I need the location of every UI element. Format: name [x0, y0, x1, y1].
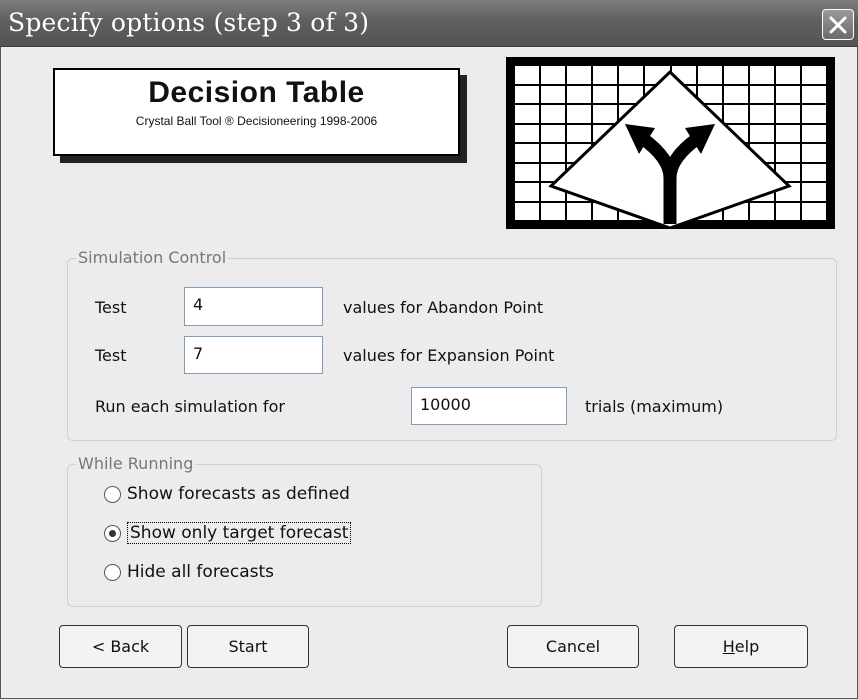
start-button[interactable]: Start — [187, 625, 309, 668]
while-running-legend: While Running — [76, 454, 196, 473]
radio-label: Hide all forecasts — [127, 562, 275, 582]
radio-hide-all-forecasts[interactable]: Hide all forecasts — [104, 562, 274, 582]
radio-button[interactable] — [104, 563, 121, 581]
window-title: Specify options (step 3 of 3) — [8, 8, 370, 37]
help-mnemonic: H — [722, 637, 735, 656]
run-simulation-label: Run each simulation for — [95, 397, 285, 416]
close-icon — [829, 16, 847, 33]
radio-show-forecasts-defined[interactable]: Show forecasts as defined — [104, 484, 350, 504]
back-button[interactable]: < Back — [59, 625, 182, 668]
logo-title: Decision Table — [148, 76, 365, 109]
cancel-button[interactable]: Cancel — [507, 625, 639, 668]
decision-thumbnail — [506, 57, 835, 229]
trials-input[interactable]: 10000 — [411, 387, 567, 425]
abandon-test-label: Test — [95, 298, 127, 317]
radio-show-only-target[interactable]: Show only target forecast — [104, 522, 352, 544]
close-button[interactable] — [822, 9, 854, 40]
radio-button-selected[interactable] — [104, 524, 121, 542]
expansion-values-input[interactable]: 7 — [184, 336, 323, 374]
fork-arrow-icon — [548, 69, 792, 228]
title-bar: Specify options (step 3 of 3) — [0, 0, 858, 47]
radio-label: Show only target forecast — [127, 522, 352, 544]
simulation-control-legend: Simulation Control — [76, 248, 229, 267]
help-button[interactable]: Help — [674, 625, 808, 668]
trials-suffix-label: trials (maximum) — [585, 397, 724, 416]
logo-banner: Decision Table Crystal Ball Tool ® Decis… — [53, 68, 460, 156]
radio-selected-dot — [109, 529, 116, 537]
help-label-rest: elp — [734, 637, 760, 656]
abandon-values-input[interactable]: 4 — [184, 287, 323, 326]
radio-label: Show forecasts as defined — [127, 484, 350, 504]
radio-button[interactable] — [104, 485, 121, 503]
logo-subtitle: Crystal Ball Tool ® Decisioneering 1998-… — [135, 114, 378, 128]
expansion-test-label: Test — [95, 346, 127, 365]
abandon-suffix-label: values for Abandon Point — [343, 298, 544, 317]
expansion-suffix-label: values for Expansion Point — [343, 346, 555, 365]
